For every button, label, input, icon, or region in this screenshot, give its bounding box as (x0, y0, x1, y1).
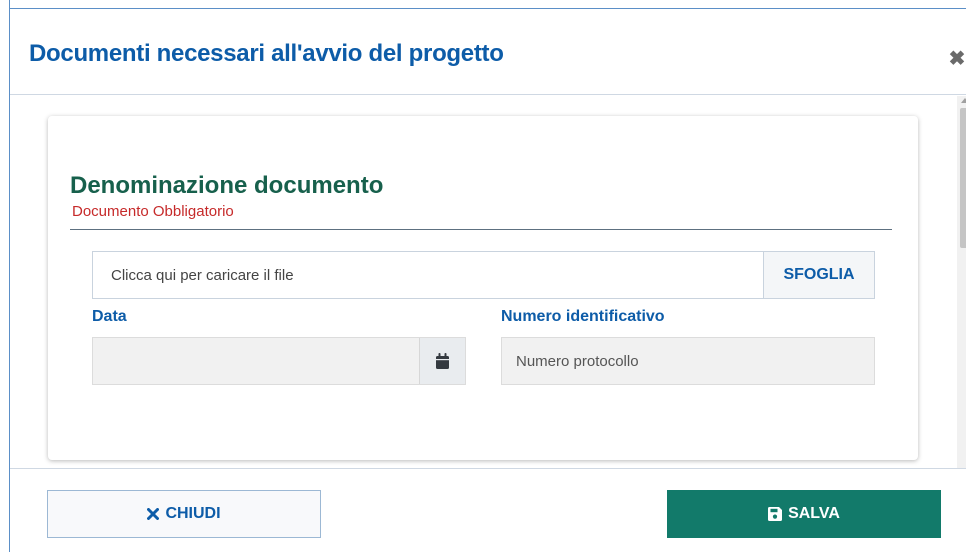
scrollbar-thumb[interactable] (960, 108, 966, 248)
modal-footer: CHIUDI SALVA (10, 468, 966, 552)
save-button[interactable]: SALVA (667, 490, 941, 538)
modal-header: Documenti necessari all'avvio del proget… (10, 9, 966, 95)
save-icon (768, 507, 783, 521)
modal-dialog: Documenti necessari all'avvio del proget… (0, 0, 966, 552)
file-upload-placeholder[interactable]: Clicca qui per caricare il file (111, 267, 294, 284)
date-label: Data (92, 308, 127, 325)
id-number-label: Numero identificativo (501, 308, 665, 325)
id-number-input[interactable]: Numero protocollo (501, 337, 875, 385)
required-label: Documento Obbligatorio (72, 203, 234, 220)
close-button-label: CHIUDI (165, 505, 221, 522)
save-button-label: SALVA (788, 505, 840, 522)
document-card: Denominazione documento Documento Obblig… (48, 116, 918, 460)
browse-button[interactable]: SFOGLIA (763, 252, 874, 298)
close-button[interactable]: CHIUDI (47, 490, 321, 538)
date-field[interactable] (93, 338, 419, 384)
document-title: Denominazione documento (70, 172, 384, 199)
modal-body[interactable]: Denominazione documento Documento Obblig… (10, 96, 966, 468)
modal-title: Documenti necessari all'avvio del proget… (29, 40, 504, 67)
id-number-placeholder[interactable]: Numero protocollo (516, 353, 639, 370)
close-icon[interactable]: ✖ (944, 46, 966, 72)
date-input[interactable] (92, 337, 466, 385)
file-upload-field[interactable]: Clicca qui per caricare il file SFOGLIA (92, 251, 875, 299)
times-icon (147, 508, 160, 520)
calendar-icon (436, 353, 449, 369)
calendar-button[interactable] (419, 338, 465, 384)
scroll-up-arrow-icon[interactable] (961, 98, 966, 103)
divider (70, 229, 892, 230)
